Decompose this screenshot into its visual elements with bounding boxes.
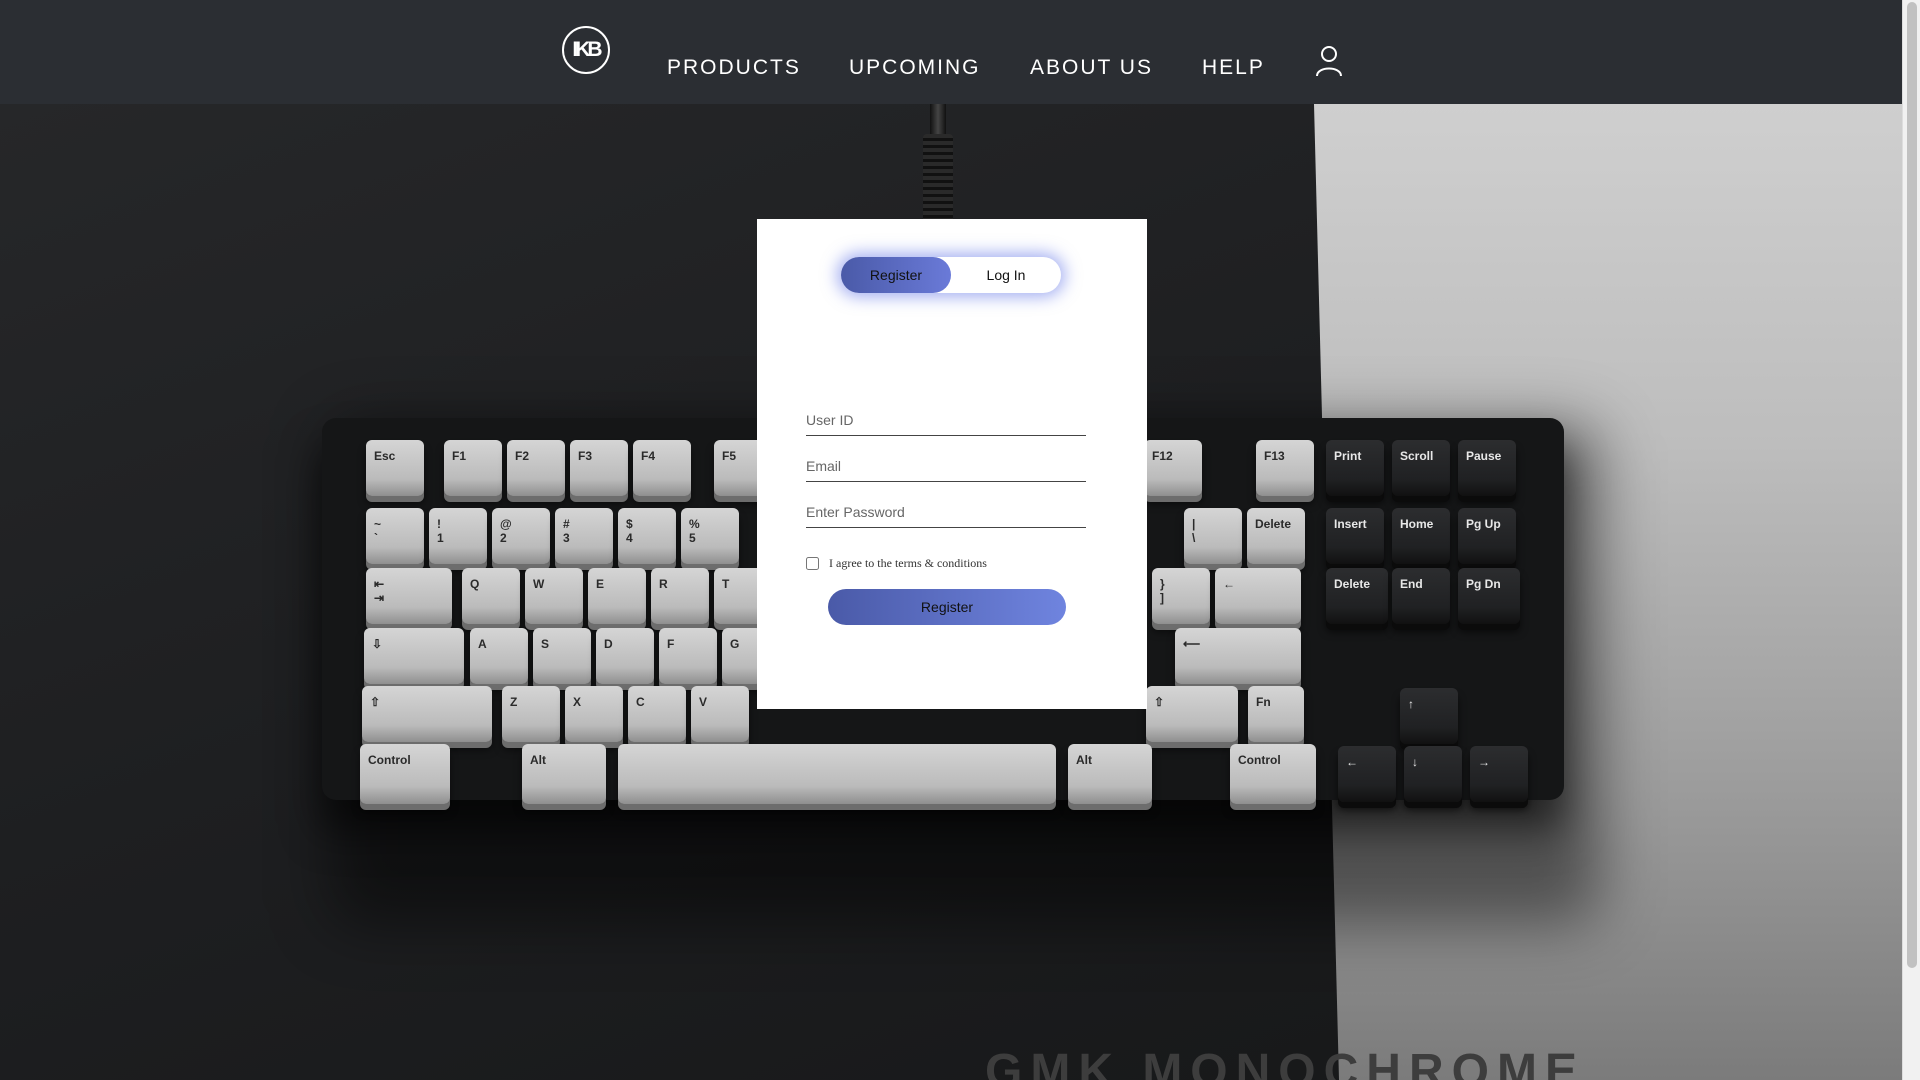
keycap: D bbox=[596, 628, 654, 684]
tab-register[interactable]: Register bbox=[841, 257, 951, 293]
keycap: ⇤ ⇥ bbox=[366, 568, 452, 624]
keycap: Alt bbox=[1068, 744, 1152, 804]
keycap: Q bbox=[462, 568, 520, 624]
scrollbar-thumb[interactable] bbox=[1907, 2, 1917, 968]
keycap: Pg Up bbox=[1458, 508, 1516, 564]
keycap: C bbox=[628, 686, 686, 742]
page-scrollbar[interactable] bbox=[1902, 0, 1920, 1080]
keycap: F12 bbox=[1144, 440, 1202, 496]
keycap: E bbox=[588, 568, 646, 624]
brand-logo[interactable]: IKB bbox=[562, 26, 610, 74]
nav-about-us[interactable]: ABOUT US bbox=[1030, 56, 1153, 80]
auth-modal: Register Log In I agree to the terms & c… bbox=[757, 219, 1147, 709]
keycap: F4 bbox=[633, 440, 691, 496]
keycap bbox=[618, 744, 1056, 804]
keycap: Home bbox=[1392, 508, 1450, 564]
keycap: ⇩ bbox=[364, 628, 464, 684]
user-id-field[interactable] bbox=[806, 404, 1086, 436]
keycap: F3 bbox=[570, 440, 628, 496]
nav-upcoming[interactable]: UPCOMING bbox=[849, 56, 981, 80]
keycap: ← bbox=[1215, 568, 1301, 624]
auth-tab-toggle: Register Log In bbox=[841, 257, 1061, 293]
terms-checkbox[interactable] bbox=[806, 557, 819, 570]
keycap: F2 bbox=[507, 440, 565, 496]
keycap: F13 bbox=[1256, 440, 1314, 496]
tab-login[interactable]: Log In bbox=[951, 257, 1061, 293]
cable-connector bbox=[923, 134, 953, 224]
keycap: V bbox=[691, 686, 749, 742]
keycap: F1 bbox=[444, 440, 502, 496]
register-submit-button[interactable]: Register bbox=[828, 589, 1066, 625]
keycap: W bbox=[525, 568, 583, 624]
keycap: ⇧ bbox=[1146, 686, 1238, 742]
keycap: @ 2 bbox=[492, 508, 550, 564]
terms-label: I agree to the terms & conditions bbox=[829, 556, 987, 570]
keycap: F bbox=[659, 628, 717, 684]
keycap: ~ ` bbox=[366, 508, 424, 564]
keycap: Pg Dn bbox=[1458, 568, 1520, 624]
top-nav-bar: IKB PRODUCTS UPCOMING ABOUT US HELP bbox=[0, 0, 1902, 104]
nav-products[interactable]: PRODUCTS bbox=[667, 56, 801, 80]
keycap: | \ bbox=[1184, 508, 1242, 564]
keycap: End bbox=[1392, 568, 1450, 624]
keycap: ← bbox=[1338, 746, 1396, 802]
keycap: ⇧ bbox=[362, 686, 492, 742]
password-field[interactable] bbox=[806, 496, 1086, 528]
keycap: Scroll bbox=[1392, 440, 1450, 496]
keycap: % 5 bbox=[681, 508, 739, 564]
user-icon[interactable] bbox=[1315, 45, 1343, 77]
keycap: A bbox=[470, 628, 528, 684]
keycap: Pause bbox=[1458, 440, 1516, 496]
keycap: ⟵ bbox=[1175, 628, 1301, 684]
keycap: G bbox=[722, 628, 762, 684]
keycap: } ] bbox=[1152, 568, 1210, 624]
keycap: Control bbox=[1230, 744, 1316, 804]
keycap: R bbox=[651, 568, 709, 624]
keycap: # 3 bbox=[555, 508, 613, 564]
keycap: ↑ bbox=[1400, 688, 1458, 744]
keycap: Print bbox=[1326, 440, 1384, 496]
keycap: → bbox=[1470, 746, 1528, 802]
keycap: X bbox=[565, 686, 623, 742]
keycap: $ 4 bbox=[618, 508, 676, 564]
nav-help[interactable]: HELP bbox=[1202, 56, 1265, 80]
keycap: Fn bbox=[1248, 686, 1304, 742]
email-field[interactable] bbox=[806, 450, 1086, 482]
keycap: Delete bbox=[1247, 508, 1305, 564]
keycap: Delete bbox=[1326, 568, 1388, 624]
keycap: Esc bbox=[366, 440, 424, 496]
keycap: Control bbox=[360, 744, 450, 804]
keycap: Alt bbox=[522, 744, 606, 804]
terms-row: I agree to the terms & conditions bbox=[806, 556, 987, 571]
keycap: S bbox=[533, 628, 591, 684]
keycap: ↓ bbox=[1404, 746, 1462, 802]
keycap: Insert bbox=[1326, 508, 1384, 564]
keycap: Z bbox=[502, 686, 560, 742]
keycap: ! 1 bbox=[429, 508, 487, 564]
hero-title: GMK MONOCHROME bbox=[985, 1045, 1585, 1080]
